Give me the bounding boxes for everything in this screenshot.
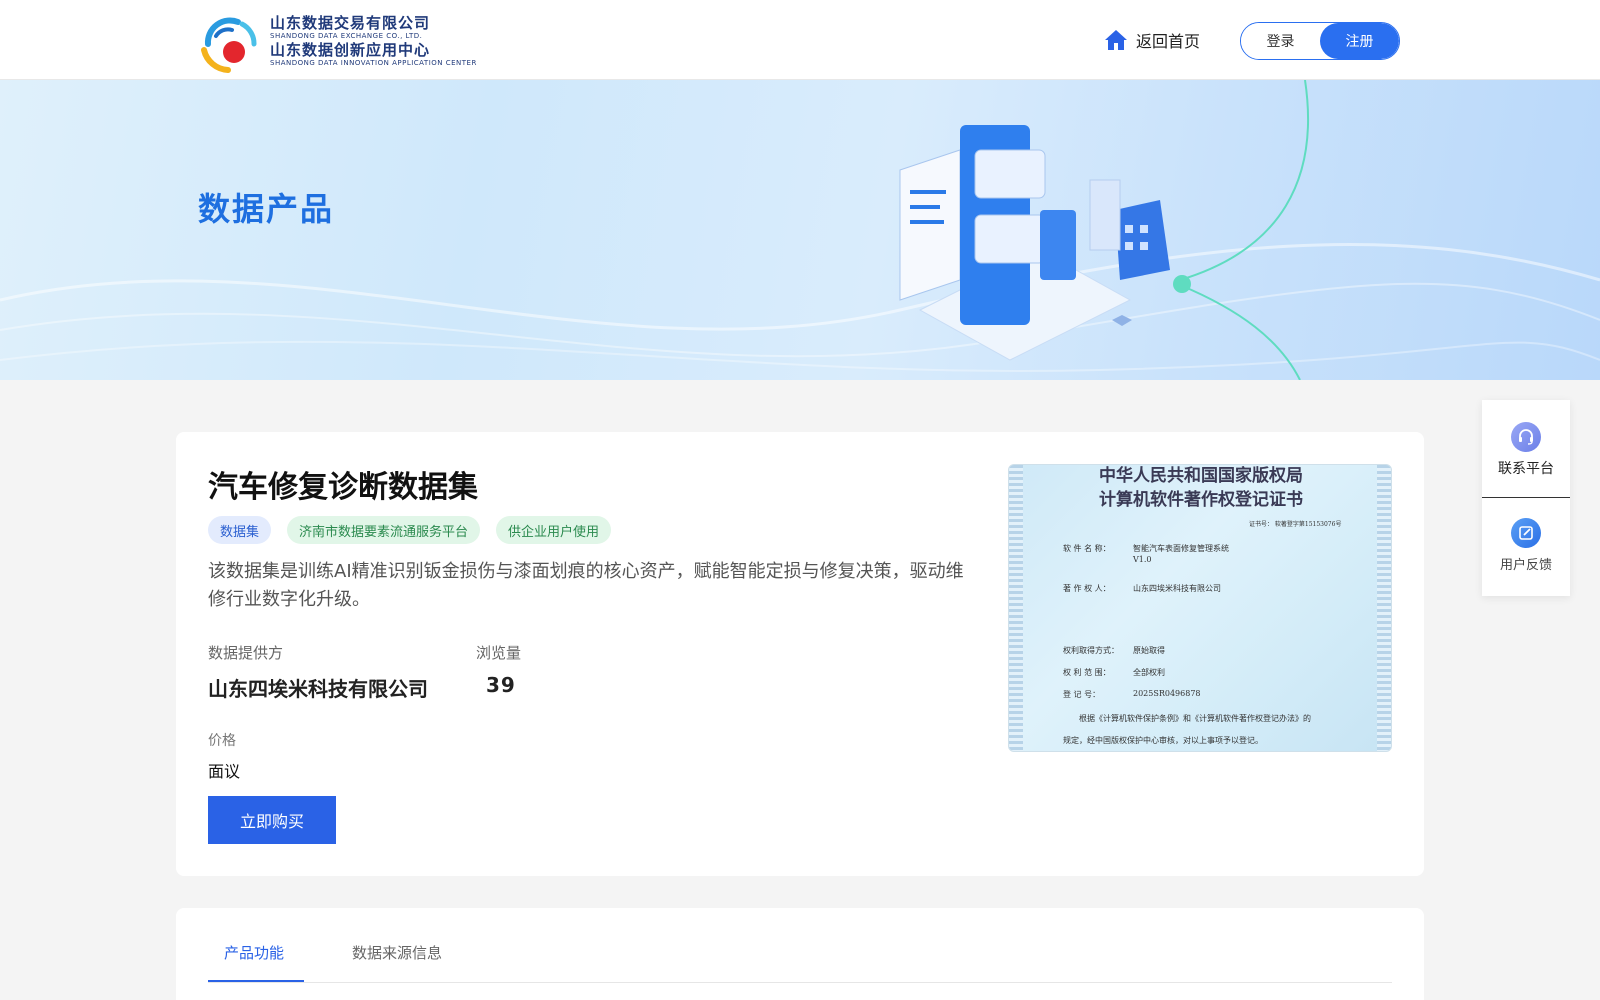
cert-footer-line2: 规定，经中国版权保护中心审核，对以上事项予以登记。: [1063, 736, 1263, 745]
company-logo[interactable]: 山东数据交易有限公司 SHANDONG DATA EXCHANGE CO., L…: [198, 12, 477, 76]
tag-platform: 济南市数据要素流通服务平台: [287, 516, 481, 544]
side-panel-divider: [1482, 497, 1570, 498]
views-label: 浏览量: [476, 644, 522, 662]
buy-now-button[interactable]: 立即购买: [208, 796, 336, 844]
cert-heading2: 计算机软件著作权登记证书: [1099, 490, 1303, 510]
top-header: 山东数据交易有限公司 SHANDONG DATA EXCHANGE CO., L…: [0, 0, 1600, 80]
price-value: 面议: [208, 762, 241, 781]
user-feedback-button[interactable]: 用户反馈: [1482, 518, 1570, 573]
cert-reg-value: 2025SR0496878: [1133, 689, 1201, 698]
views-value: 39: [486, 673, 516, 697]
cert-acquire-value: 原始取得: [1133, 646, 1165, 655]
cert-scope-value: 全部权利: [1133, 668, 1165, 677]
login-button[interactable]: 登录: [1241, 23, 1320, 59]
provider-value: 山东四埃米科技有限公司: [208, 677, 428, 701]
cert-scope-label: 权 利 范 围：: [1063, 668, 1111, 677]
views-block: 浏览量 39: [476, 642, 521, 697]
hero-banner: 数据产品: [0, 80, 1600, 380]
cert-owner-label: 著 作 权 人：: [1063, 584, 1111, 593]
register-button[interactable]: 注册: [1320, 23, 1399, 59]
cert-footer-line1: 根据《计算机软件保护条例》和《计算机软件著作权登记办法》的: [1079, 714, 1311, 723]
floating-side-panel: 联系平台 用户反馈: [1482, 400, 1570, 596]
tab-product-function[interactable]: 产品功能: [224, 942, 284, 963]
price-block: 价格 面议: [208, 730, 240, 782]
cert-version: V1.0: [1133, 555, 1152, 564]
edit-icon: [1511, 518, 1541, 548]
product-tags: 数据集 济南市数据要素流通服务平台 供企业用户使用: [208, 516, 612, 544]
auth-buttons: 登录 注册: [1240, 22, 1400, 60]
cert-heading1: 中华人民共和国国家版权局: [1099, 466, 1303, 486]
logo-line1-en: SHANDONG DATA EXCHANGE CO., LTD.: [270, 32, 423, 40]
tag-dataset: 数据集: [208, 516, 272, 544]
home-link-label: 返回首页: [1136, 32, 1201, 51]
cert-acquire-label: 权利取得方式：: [1063, 646, 1119, 655]
logo-line2-en: SHANDONG DATA INNOVATION APPLICATION CEN…: [270, 59, 477, 67]
cert-owner-value: 山东四埃米科技有限公司: [1133, 584, 1221, 593]
price-label: 价格: [208, 733, 236, 749]
page-title: 数据产品: [198, 190, 335, 228]
tag-usage: 供企业用户使用: [496, 516, 612, 544]
cert-software-name-label: 软 件 名 称：: [1063, 544, 1111, 553]
banner-illustration: [0, 80, 1600, 380]
contact-platform-label: 联系平台: [1498, 461, 1554, 477]
headset-icon: [1511, 422, 1541, 452]
detail-tabs-card: 产品功能 数据来源信息: [176, 908, 1424, 1000]
home-icon: [1105, 30, 1127, 50]
product-description: 该数据集是训练AI精准识别钣金损伤与漆面划痕的核心资产，赋能智能定损与修复决策，…: [208, 561, 964, 610]
logo-line1-cn: 山东数据交易有限公司: [270, 14, 431, 32]
home-link[interactable]: 返回首页: [1104, 26, 1200, 54]
tab-divider: [208, 982, 1392, 983]
product-card: 汽车修复诊断数据集 数据集 济南市数据要素流通服务平台 供企业用户使用 该数据集…: [176, 432, 1424, 876]
product-title: 汽车修复诊断数据集: [208, 470, 478, 505]
cert-number: 证书号： 软著登字第15153076号: [1249, 521, 1342, 528]
contact-platform-button[interactable]: 联系平台: [1482, 422, 1570, 478]
active-tab-indicator: [208, 980, 304, 982]
tab-data-source[interactable]: 数据来源信息: [352, 942, 442, 963]
product-image-certificate[interactable]: 中华人民共和国国家版权局 计算机软件著作权登记证书 证书号： 软著登字第1515…: [1008, 464, 1392, 752]
logo-line2-cn: 山东数据创新应用中心: [270, 41, 431, 59]
user-feedback-label: 用户反馈: [1499, 558, 1552, 573]
provider-label: 数据提供方: [208, 644, 284, 662]
logo-mark-icon: [201, 17, 257, 73]
logo-text: 山东数据交易有限公司 SHANDONG DATA EXCHANGE CO., L…: [270, 14, 477, 68]
provider-block: 数据提供方 山东四埃米科技有限公司: [208, 642, 428, 702]
cert-software-name-value: 智能汽车表面修复管理系统: [1133, 544, 1229, 553]
cert-reg-label: 登 记 号：: [1063, 690, 1101, 699]
